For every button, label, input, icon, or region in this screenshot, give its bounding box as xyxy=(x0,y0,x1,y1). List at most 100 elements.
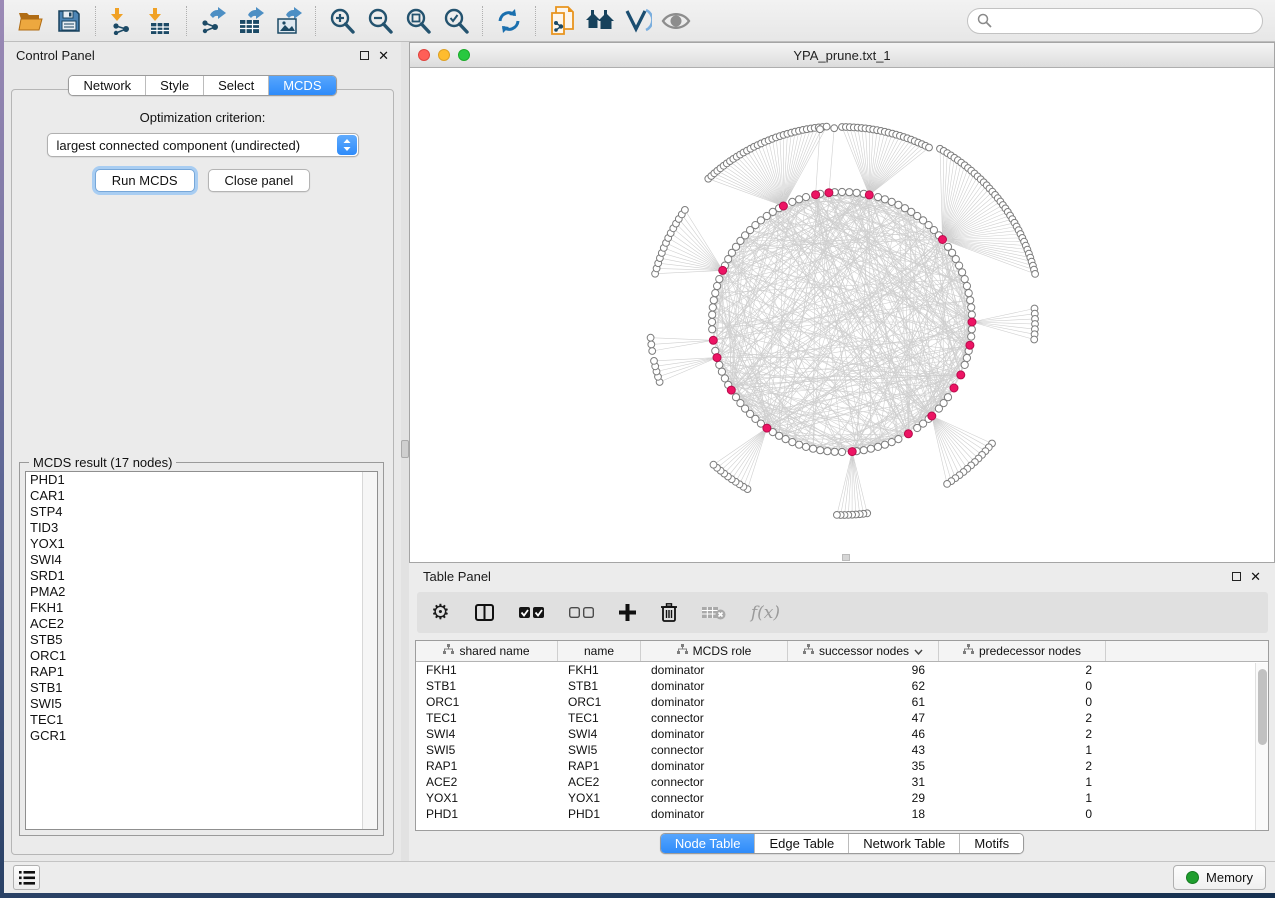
column-header-shared-name[interactable]: shared name xyxy=(416,641,558,661)
home-icon[interactable] xyxy=(581,4,619,38)
float-table-panel-icon[interactable] xyxy=(1232,572,1241,581)
table-cell[interactable]: dominator xyxy=(641,807,788,821)
import-network-icon[interactable] xyxy=(103,4,141,38)
zoom-in-icon[interactable] xyxy=(323,4,361,38)
split-columns-icon[interactable] xyxy=(475,604,494,621)
table-cell[interactable]: 43 xyxy=(788,743,939,757)
table-cell[interactable]: 2 xyxy=(939,711,1106,725)
table-cell[interactable]: RAP1 xyxy=(558,759,641,773)
table-cell[interactable]: 2 xyxy=(939,663,1106,677)
zoom-selected-icon[interactable] xyxy=(437,4,475,38)
table-cell[interactable]: YOX1 xyxy=(558,791,641,805)
mcds-result-item[interactable]: STB1 xyxy=(26,680,377,696)
table-cell[interactable]: ORC1 xyxy=(558,695,641,709)
table-cell[interactable]: 46 xyxy=(788,727,939,741)
table-cell[interactable]: TEC1 xyxy=(558,711,641,725)
table-cell[interactable]: SWI4 xyxy=(558,727,641,741)
table-cell[interactable]: 61 xyxy=(788,695,939,709)
zoom-fit-icon[interactable] xyxy=(399,4,437,38)
tab-style[interactable]: Style xyxy=(146,76,204,95)
table-scrollbar-thumb[interactable] xyxy=(1258,669,1267,745)
mcds-result-list[interactable]: PHD1CAR1STP4TID3YOX1SWI4SRD1PMA2FKH1ACE2… xyxy=(25,471,378,830)
tab-motifs[interactable]: Motifs xyxy=(960,834,1023,853)
memory-button[interactable]: Memory xyxy=(1173,865,1266,890)
splitter-grip[interactable] xyxy=(401,440,409,458)
table-cell[interactable]: dominator xyxy=(641,663,788,677)
result-list-scrollbar[interactable] xyxy=(362,472,377,829)
mcds-result-item[interactable]: STB5 xyxy=(26,632,377,648)
export-network-icon[interactable] xyxy=(194,4,232,38)
show-graphics-icon[interactable] xyxy=(657,4,695,38)
table-cell[interactable]: 1 xyxy=(939,775,1106,789)
tab-network[interactable]: Network xyxy=(69,76,146,95)
mcds-result-item[interactable]: RAP1 xyxy=(26,664,377,680)
table-cell[interactable]: 0 xyxy=(939,679,1106,693)
table-cell[interactable]: FKH1 xyxy=(558,663,641,677)
table-cell[interactable]: 31 xyxy=(788,775,939,789)
table-row[interactable]: YOX1YOX1connector291 xyxy=(416,790,1268,806)
mcds-result-item[interactable]: ORC1 xyxy=(26,648,377,664)
table-cell[interactable]: TEC1 xyxy=(416,711,558,725)
export-image-icon[interactable] xyxy=(270,4,308,38)
network-canvas[interactable] xyxy=(410,68,1274,562)
minimize-window-icon[interactable] xyxy=(438,49,450,61)
table-cell[interactable]: dominator xyxy=(641,679,788,693)
open-file-icon[interactable] xyxy=(12,4,50,38)
table-cell[interactable]: FKH1 xyxy=(416,663,558,677)
table-row[interactable]: RAP1RAP1dominator352 xyxy=(416,758,1268,774)
table-cell[interactable]: YOX1 xyxy=(416,791,558,805)
mcds-result-item[interactable]: YOX1 xyxy=(26,536,377,552)
delete-column-icon[interactable] xyxy=(661,603,677,622)
task-history-button[interactable] xyxy=(13,865,40,890)
tab-network-table[interactable]: Network Table xyxy=(849,834,960,853)
search-input[interactable] xyxy=(998,13,1253,28)
close-panel-button[interactable]: Close panel xyxy=(208,169,311,192)
tab-edge-table[interactable]: Edge Table xyxy=(755,834,849,853)
mcds-result-item[interactable]: PMA2 xyxy=(26,584,377,600)
table-cell[interactable]: 0 xyxy=(939,695,1106,709)
select-all-icon[interactable] xyxy=(519,607,544,618)
mcds-result-item[interactable]: SRD1 xyxy=(26,568,377,584)
close-window-icon[interactable] xyxy=(418,49,430,61)
table-cell[interactable]: 18 xyxy=(788,807,939,821)
table-cell[interactable]: SWI5 xyxy=(558,743,641,757)
table-cell[interactable]: connector xyxy=(641,743,788,757)
close-table-panel-icon[interactable]: ✕ xyxy=(1250,572,1261,581)
table-cell[interactable]: connector xyxy=(641,775,788,789)
network-graph[interactable] xyxy=(410,68,1274,562)
mcds-result-item[interactable]: STP4 xyxy=(26,504,377,520)
import-table-icon[interactable] xyxy=(141,4,179,38)
network-file-icon[interactable] xyxy=(543,4,581,38)
column-header-predecessor-nodes[interactable]: predecessor nodes xyxy=(939,641,1106,661)
table-row[interactable]: TEC1TEC1connector472 xyxy=(416,710,1268,726)
save-session-icon[interactable] xyxy=(50,4,88,38)
column-header-successor-nodes[interactable]: successor nodes xyxy=(788,641,939,661)
float-panel-icon[interactable] xyxy=(360,51,369,60)
mcds-result-item[interactable]: CAR1 xyxy=(26,488,377,504)
close-panel-icon[interactable]: ✕ xyxy=(378,51,389,60)
table-row[interactable]: SWI4SWI4dominator462 xyxy=(416,726,1268,742)
table-cell[interactable]: 1 xyxy=(939,791,1106,805)
table-cell[interactable]: PHD1 xyxy=(558,807,641,821)
column-header-mcds-role[interactable]: MCDS role xyxy=(641,641,788,661)
deselect-all-icon[interactable] xyxy=(569,607,594,618)
table-cell[interactable]: 96 xyxy=(788,663,939,677)
table-cell[interactable]: SWI4 xyxy=(416,727,558,741)
table-row[interactable]: SWI5SWI5connector431 xyxy=(416,742,1268,758)
horizontal-splitter-grip[interactable] xyxy=(842,554,850,561)
maximize-window-icon[interactable] xyxy=(458,49,470,61)
mcds-result-item[interactable]: TEC1 xyxy=(26,712,377,728)
table-cell[interactable]: connector xyxy=(641,791,788,805)
table-cell[interactable]: SWI5 xyxy=(416,743,558,757)
network-window-titlebar[interactable]: YPA_prune.txt_1 xyxy=(410,43,1274,68)
run-mcds-button[interactable]: Run MCDS xyxy=(95,169,195,192)
table-cell[interactable]: RAP1 xyxy=(416,759,558,773)
table-cell[interactable]: ACE2 xyxy=(558,775,641,789)
mcds-result-item[interactable]: TID3 xyxy=(26,520,377,536)
mcds-result-item[interactable]: ACE2 xyxy=(26,616,377,632)
table-cell[interactable]: dominator xyxy=(641,727,788,741)
table-cell[interactable]: 47 xyxy=(788,711,939,725)
table-cell[interactable]: 0 xyxy=(939,807,1106,821)
tab-node-table[interactable]: Node Table xyxy=(661,834,756,853)
hide-graphics-icon[interactable] xyxy=(619,4,657,38)
